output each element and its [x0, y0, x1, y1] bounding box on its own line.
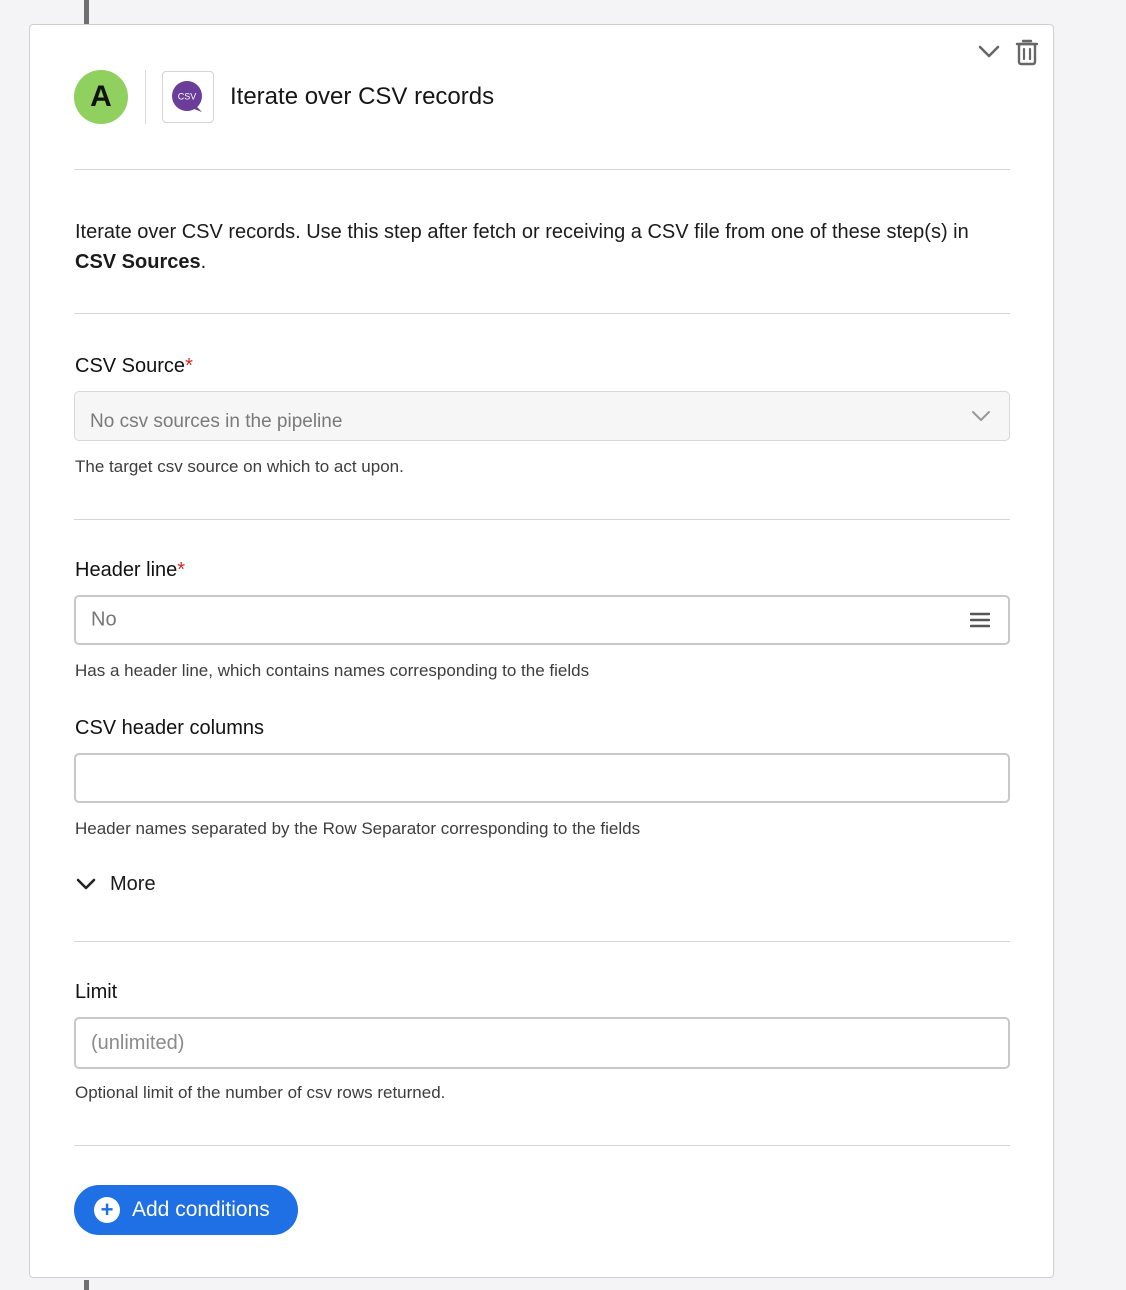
pipeline-connector-bottom [84, 1280, 89, 1290]
description-text: Iterate over CSV records. Use this step … [75, 221, 969, 243]
step-header: A CSV Iterate over CSV records [74, 69, 494, 125]
divider [74, 169, 1010, 170]
csv-source-label: CSV Source* [75, 355, 193, 378]
card-actions [975, 37, 1041, 67]
list-icon [970, 612, 990, 628]
step-card: A CSV Iterate over CSV records Iterate o… [29, 24, 1054, 1278]
add-conditions-button[interactable]: + Add conditions [74, 1185, 298, 1235]
header-line-help: Has a header line, which contains names … [75, 661, 590, 680]
more-chevron-down-icon [76, 873, 96, 896]
header-divider [145, 70, 146, 124]
trash-icon[interactable] [1013, 37, 1041, 67]
divider [74, 313, 1010, 314]
csv-source-label-text: CSV Source [75, 355, 186, 377]
csv-icon-text: CSV [178, 92, 197, 102]
required-mark: * [177, 559, 186, 581]
more-label: More [110, 873, 156, 895]
step-avatar: A [74, 70, 128, 124]
description-end: . [200, 251, 207, 273]
csv-sources-link[interactable]: CSV Sources [75, 251, 201, 273]
divider [74, 941, 1010, 942]
csv-source-select[interactable]: No csv sources in the pipeline [74, 391, 1010, 441]
header-line-select[interactable]: No [74, 595, 1010, 645]
header-line-value: No [91, 608, 117, 631]
csv-app-icon: CSV [162, 71, 214, 123]
header-columns-label: CSV header columns [75, 717, 264, 739]
step-title: Iterate over CSV records [230, 83, 495, 110]
add-conditions-label: Add conditions [132, 1198, 270, 1221]
limit-label: Limit [75, 981, 118, 1003]
more-toggle[interactable]: More [76, 873, 156, 896]
divider [74, 519, 1010, 520]
pipeline-connector-top [84, 0, 89, 24]
limit-help: Optional limit of the number of csv rows… [75, 1083, 446, 1102]
header-columns-text-input[interactable] [76, 755, 1008, 801]
csv-source-help: The target csv source on which to act up… [75, 457, 404, 476]
header-columns-input[interactable] [74, 753, 1010, 803]
step-description: Iterate over CSV records. Use this step … [75, 217, 1015, 277]
csv-source-value: No csv sources in the pipeline [90, 411, 343, 432]
collapse-chevron-icon[interactable] [975, 37, 1003, 67]
header-columns-help: Header names separated by the Row Separa… [75, 819, 641, 838]
required-mark: * [185, 355, 193, 377]
limit-input[interactable] [74, 1017, 1010, 1069]
plus-circle-icon: + [94, 1197, 120, 1223]
header-line-label-text: Header line [75, 559, 178, 581]
select-chevron-icon [971, 410, 991, 422]
divider [74, 1145, 1010, 1146]
limit-text-input[interactable] [76, 1019, 1008, 1067]
header-line-label: Header line* [75, 559, 185, 582]
